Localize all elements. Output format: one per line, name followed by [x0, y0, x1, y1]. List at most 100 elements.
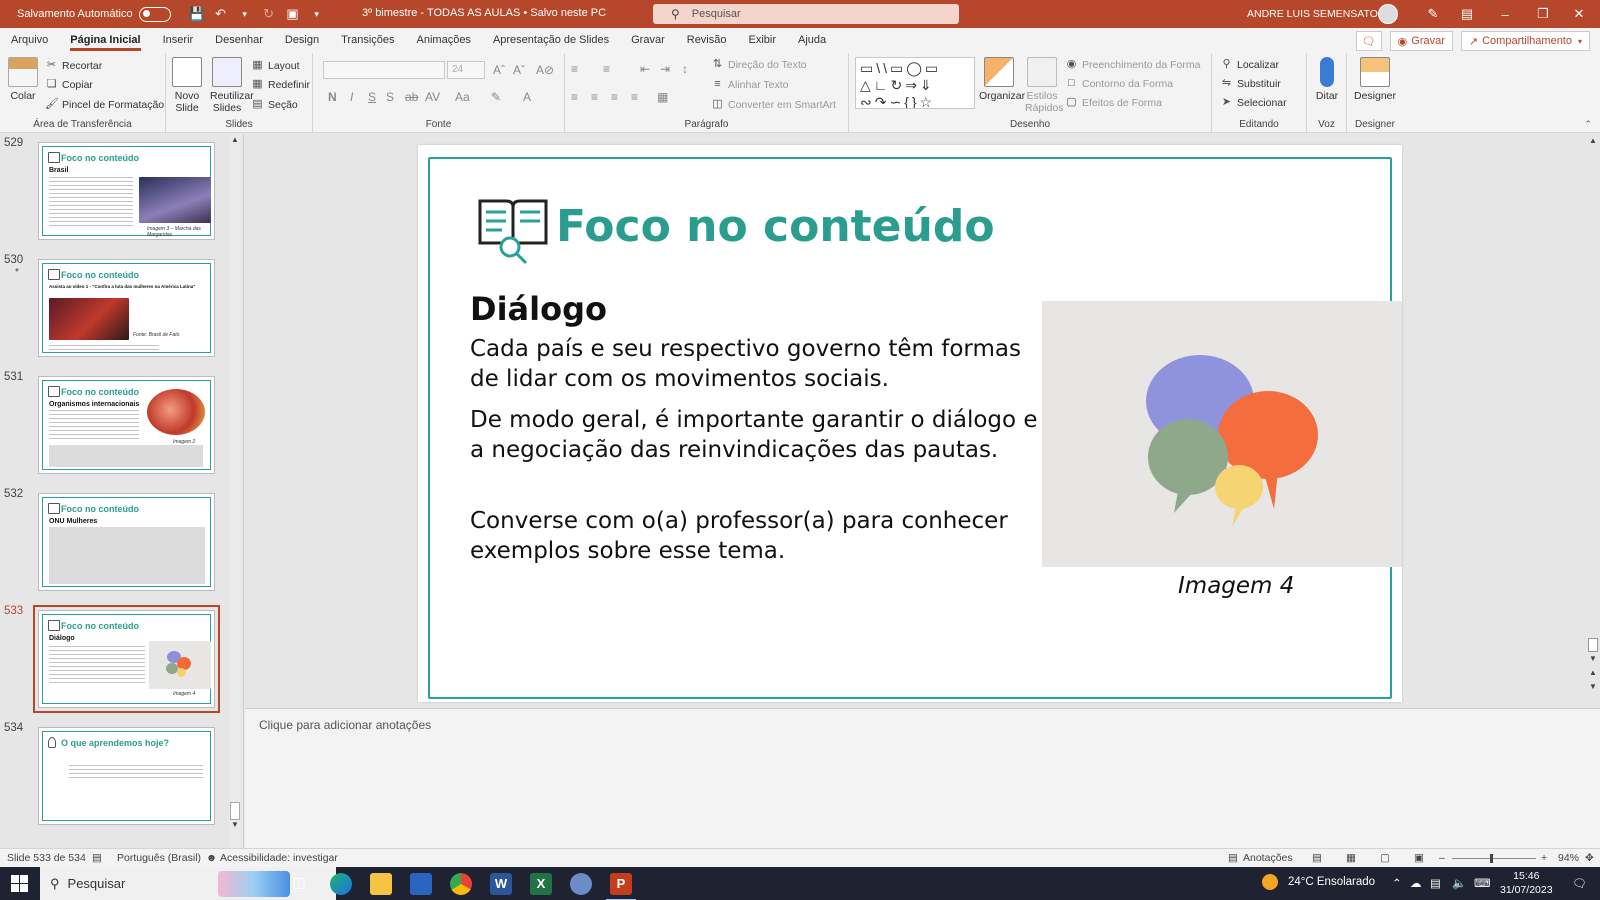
text-direction-button[interactable]: ⇅ Direção do Texto — [711, 58, 807, 71]
quick-styles-button[interactable]: Estilos Rápidos — [1025, 57, 1064, 114]
paint-icon[interactable] — [570, 873, 592, 895]
redo-icon[interactable]: ↻ — [257, 2, 281, 26]
tab-transicoes[interactable]: Transições — [330, 28, 405, 53]
slide-sorter-icon[interactable]: ▦ — [1346, 852, 1356, 864]
replace-button[interactable]: ⇋ Substituir — [1220, 77, 1281, 90]
spellcheck-icon[interactable]: ▤ — [92, 852, 102, 864]
reuse-slides-button[interactable]: Reutilizar Slides — [210, 57, 254, 114]
undo-icon[interactable]: ↶ — [209, 2, 233, 26]
network-icon[interactable]: ▤ — [1430, 876, 1441, 890]
next-slide-icon[interactable]: ▼ — [1589, 682, 1597, 691]
tab-revisao[interactable]: Revisão — [676, 28, 738, 53]
align-center-icon[interactable]: ≡ — [591, 90, 598, 104]
strikethrough-icon[interactable]: ab — [405, 90, 418, 104]
font-color-icon[interactable]: A — [523, 90, 531, 104]
layout-button[interactable]: ▦ Layout — [251, 59, 299, 72]
current-slide[interactable]: Foco no conteúdo Diálogo Cada país e seu… — [418, 145, 1402, 702]
slide-heading[interactable]: Diálogo — [470, 290, 607, 328]
slide-paragraph-1[interactable]: Cada país e seu respectivo governo têm f… — [470, 334, 1040, 394]
normal-view-icon[interactable]: ▤ — [1312, 852, 1322, 864]
slide-thumbnail-534[interactable]: O que aprendemos hoje? — [38, 727, 215, 825]
format-painter-button[interactable]: 🖌 Pincel de Formatação — [45, 98, 164, 111]
reading-view-icon[interactable]: ▢ — [1380, 852, 1390, 864]
chrome-icon[interactable] — [450, 873, 472, 895]
weather-text[interactable]: 24°C Ensolarado — [1288, 876, 1375, 888]
shape-effects-button[interactable]: ▢ Efeitos de Forma — [1065, 96, 1162, 109]
word-icon[interactable]: W — [490, 873, 512, 895]
share-button[interactable]: ↗ Compartilhamento ▾ — [1460, 31, 1590, 51]
shape-fill-button[interactable]: ◉ Preenchimento da Forma — [1065, 58, 1201, 71]
shape-outline-button[interactable]: □ Contorno da Forma — [1065, 77, 1173, 90]
line-spacing-icon[interactable]: ↕ — [682, 62, 688, 76]
maximize-icon[interactable]: ❐ — [1532, 4, 1554, 24]
designer-button[interactable]: Designer — [1353, 57, 1397, 102]
smartart-button[interactable]: ◫ Converter em SmartArt — [711, 98, 836, 111]
align-right-icon[interactable]: ≡ — [611, 90, 618, 104]
tab-gravar[interactable]: Gravar — [620, 28, 676, 53]
comments-button[interactable]: 🗨 — [1355, 31, 1382, 51]
notes-pane[interactable]: Clique para adicionar anotações — [245, 708, 1600, 856]
new-slide-button[interactable]: Novo Slide — [172, 57, 202, 114]
italic-icon[interactable]: I — [350, 90, 353, 104]
copy-button[interactable]: ❏ Copiar — [45, 78, 93, 91]
undo-dropdown-icon[interactable]: ▾ — [233, 2, 257, 26]
user-name[interactable]: ANDRE LUIS SEMENSATO — [1247, 8, 1378, 20]
minimize-icon[interactable]: – — [1494, 4, 1516, 24]
search-input[interactable]: ⚲ Pesquisar — [653, 4, 959, 24]
weather-sun-icon[interactable] — [1262, 874, 1278, 890]
slide-title[interactable]: Foco no conteúdo — [556, 201, 995, 252]
excel-icon[interactable]: X — [530, 873, 552, 895]
shapes-gallery[interactable]: ▭\\▭◯▭ △∟↻⇒⇓ ∾↷∽{}☆ — [855, 57, 975, 109]
grow-font-icon[interactable]: Aˆ — [493, 63, 505, 77]
scroll-down-icon[interactable]: ▼ — [231, 820, 239, 829]
slide-editing-area[interactable]: Foco no conteúdo Diálogo Cada país e seu… — [245, 134, 1587, 707]
store-icon[interactable] — [410, 873, 432, 895]
edge-browser-icon[interactable] — [330, 873, 352, 895]
bold-icon[interactable]: N — [328, 90, 337, 104]
thumbnail-scrollbar[interactable]: ▲ ▼ — [229, 134, 241, 856]
find-button[interactable]: ⚲ Localizar — [1220, 58, 1279, 71]
font-size-select[interactable]: 24 — [447, 61, 485, 79]
slide-thumbnail-panel[interactable]: 529 Foco no conteúdo Brasil Imagem 3 – M… — [0, 134, 244, 856]
bullets-icon[interactable]: ≡ — [571, 62, 578, 76]
char-spacing-icon[interactable]: AV — [425, 90, 440, 104]
scroll-up-icon[interactable]: ▲ — [231, 135, 239, 144]
select-button[interactable]: ➤ Selecionar — [1220, 96, 1287, 109]
tab-exibir[interactable]: Exibir — [738, 28, 788, 53]
powerpoint-icon[interactable]: P — [606, 873, 636, 900]
cut-button[interactable]: ✂ Recortar — [45, 59, 102, 72]
shadow-icon[interactable]: S — [386, 90, 394, 104]
tab-apresentacao[interactable]: Apresentação de Slides — [482, 28, 620, 53]
windows-start-icon[interactable] — [11, 875, 28, 892]
language-indicator[interactable]: Português (Brasil) — [117, 852, 201, 864]
file-explorer-icon[interactable] — [370, 873, 392, 895]
change-case-icon[interactable]: Aa — [455, 90, 470, 104]
save-icon[interactable]: 💾 — [185, 2, 209, 26]
decrease-indent-icon[interactable]: ⇤ — [640, 62, 650, 76]
taskbar-clock[interactable]: 15:46 31/07/2023 — [1500, 869, 1553, 897]
underline-icon[interactable]: S — [368, 90, 376, 104]
increase-indent-icon[interactable]: ⇥ — [660, 62, 670, 76]
present-icon[interactable]: ▣ — [281, 2, 305, 26]
slide-paragraph-2[interactable]: De modo geral, é importante garantir o d… — [470, 405, 1040, 465]
tab-ajuda[interactable]: Ajuda — [787, 28, 837, 53]
zoom-level[interactable]: 94% — [1558, 852, 1579, 864]
accessibility-status[interactable]: Acessibilidade: investigar — [220, 852, 338, 864]
numbering-icon[interactable]: ≡ — [603, 62, 610, 76]
previous-slide-icon[interactable]: ▲ — [1589, 668, 1597, 677]
avatar[interactable] — [1378, 4, 1398, 24]
justify-icon[interactable]: ≡ — [631, 90, 638, 104]
zoom-slider[interactable] — [1452, 854, 1536, 863]
image-caption[interactable]: Imagem 4 — [1178, 573, 1294, 599]
slide-thumbnail-530[interactable]: Foco no conteúdo Assista ao vídeo 1 - "C… — [38, 259, 215, 357]
scroll-down-icon[interactable]: ▼ — [1589, 654, 1597, 663]
pen-icon[interactable]: ✎ — [1422, 4, 1444, 24]
fit-slide-icon[interactable]: ✥ — [1585, 852, 1594, 864]
notes-placeholder[interactable]: Clique para adicionar anotações — [259, 718, 431, 732]
slide-thumbnail-531[interactable]: Foco no conteúdo Organismos internaciona… — [38, 376, 215, 474]
autosave-control[interactable]: Salvamento Automático — [17, 6, 171, 22]
slide-thumbnail-532[interactable]: Foco no conteúdo ONU Mulheres — [38, 493, 215, 591]
align-text-button[interactable]: ≡ Alinhar Texto — [711, 78, 788, 91]
keyboard-icon[interactable]: ⌨ — [1474, 876, 1491, 890]
slide-thumbnail-529[interactable]: Foco no conteúdo Brasil Imagem 3 – March… — [38, 142, 215, 240]
